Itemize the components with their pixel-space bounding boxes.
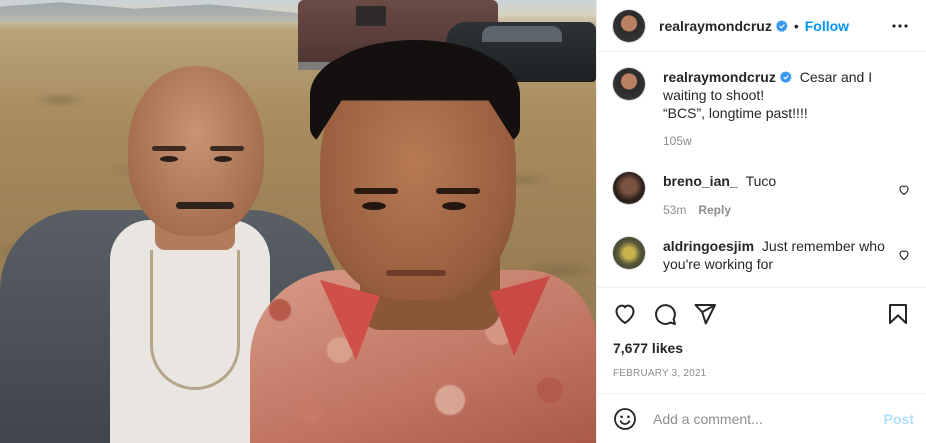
bookmark-icon[interactable] [886, 302, 910, 326]
post-side-panel: realraymondcruz • Follow realraymondcruz [596, 0, 926, 443]
commenter-avatar[interactable] [613, 237, 645, 269]
commenter-username[interactable]: breno_ian_ [663, 173, 738, 189]
mountains [0, 2, 300, 22]
caption-age[interactable]: 105w [663, 132, 692, 150]
more-options-icon[interactable] [888, 14, 912, 38]
commenter-username[interactable]: aldringoesjim [663, 238, 754, 254]
caption-avatar[interactable] [613, 68, 645, 100]
comment-text-line1: Just remember who [761, 238, 885, 254]
post-header: realraymondcruz • Follow [597, 0, 926, 52]
follow-button[interactable]: Follow [805, 18, 849, 34]
caption-text-line2: waiting to shoot! [663, 87, 765, 103]
commenter-avatar[interactable] [613, 172, 645, 204]
instagram-post: realraymondcruz • Follow realraymondcruz [0, 0, 926, 443]
person-right [250, 40, 596, 443]
comment-text-line2: you're working for [663, 256, 774, 272]
comments-list[interactable]: realraymondcruz Cesar and I waiting to s… [597, 52, 926, 287]
likes-count[interactable]: 7,677 likes [613, 340, 910, 356]
separator-dot: • [793, 17, 799, 34]
comment-age[interactable]: 53m [663, 201, 686, 219]
verified-badge-icon [775, 19, 788, 32]
add-comment-bar: Post [597, 393, 926, 443]
comment-like-icon[interactable] [898, 184, 910, 196]
action-bar [613, 288, 910, 340]
caption-username[interactable]: realraymondcruz [663, 69, 776, 85]
post-comment-button[interactable]: Post [884, 411, 914, 427]
caption-text-line3: “BCS”, longtime past!!!! [663, 105, 808, 121]
emoji-icon[interactable] [613, 407, 637, 431]
caption-text-line1: Cesar and I [799, 69, 873, 85]
verified-badge-icon [779, 71, 792, 83]
author-username[interactable]: realraymondcruz [659, 18, 772, 34]
post-actions: 7,677 likes FEBRUARY 3, 2021 [597, 287, 926, 393]
caption: realraymondcruz Cesar and I waiting to s… [613, 68, 910, 150]
comment-input[interactable] [653, 410, 884, 427]
heart-icon[interactable] [613, 302, 637, 326]
comment-text: Tuco [745, 173, 777, 189]
post-date[interactable]: FEBRUARY 3, 2021 [613, 368, 910, 379]
comment-icon[interactable] [653, 302, 677, 326]
comment-item: breno_ian_ Tuco 53m Reply [613, 172, 910, 219]
author-avatar[interactable] [613, 9, 645, 42]
post-photo[interactable] [0, 0, 596, 443]
comment-like-icon[interactable] [898, 249, 910, 261]
send-icon[interactable] [693, 302, 717, 326]
reply-button[interactable]: Reply [698, 201, 731, 219]
comment-item: aldringoesjim Just remember who you're w… [613, 237, 910, 273]
